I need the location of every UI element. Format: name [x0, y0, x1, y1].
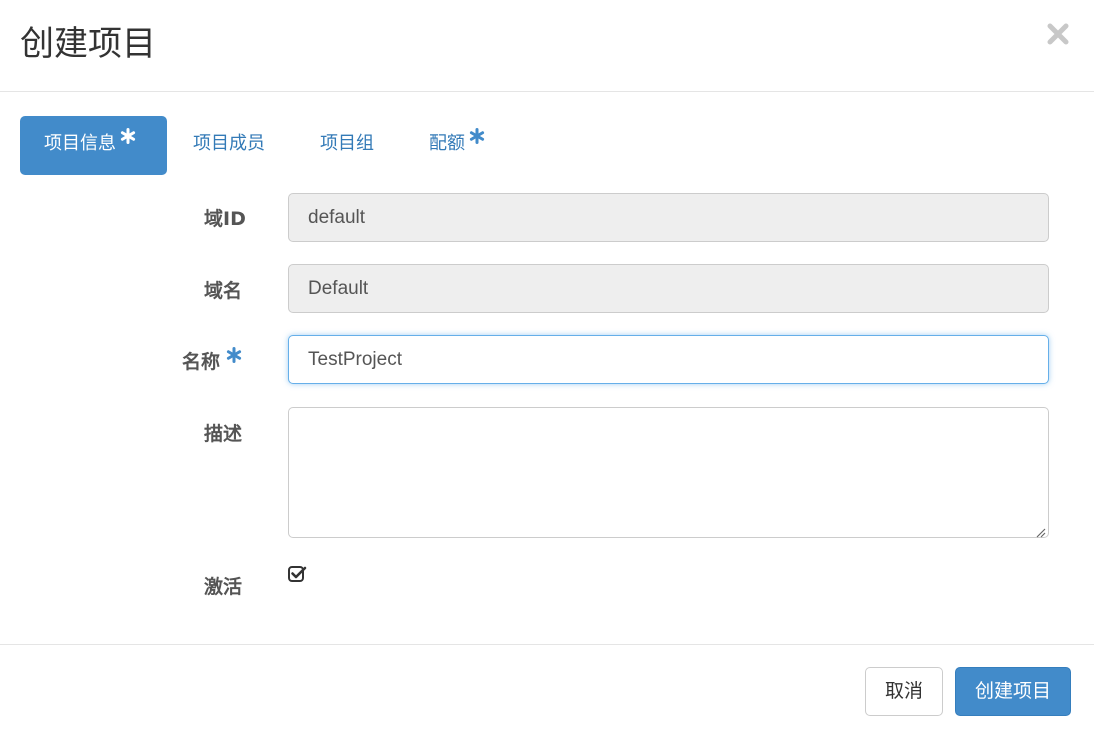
- required-icon: [469, 128, 485, 144]
- description-textarea[interactable]: [288, 407, 1049, 538]
- project-name-label: 名称: [182, 347, 242, 374]
- tab-project-members[interactable]: 项目成员: [193, 116, 265, 175]
- modal-header: 创建项目: [0, 0, 1094, 92]
- create-project-button[interactable]: 创建项目: [955, 667, 1071, 716]
- resize-handle-icon[interactable]: [1034, 523, 1046, 538]
- project-name-label-text: 名称: [182, 351, 221, 373]
- tab-project-groups[interactable]: 项目组: [320, 116, 374, 175]
- close-icon[interactable]: [1046, 22, 1070, 46]
- modal-footer: 取消 创建项目: [0, 644, 1094, 735]
- modal-title: 创建项目: [20, 24, 156, 64]
- domain-name-field[interactable]: Default: [288, 264, 1049, 313]
- domain-name-label: 域名: [204, 280, 243, 302]
- create-project-modal: 创建项目 项目信息 项目成员 项目组 配额 域ID default 域名 Def…: [0, 0, 1094, 735]
- tab-label: 项目信息: [44, 133, 116, 154]
- project-name-input[interactable]: TestProject: [288, 335, 1049, 384]
- cancel-button[interactable]: 取消: [865, 667, 943, 716]
- description-label: 描述: [204, 423, 243, 445]
- tab-project-info[interactable]: 项目信息: [20, 116, 167, 175]
- enabled-checkbox-icon[interactable]: [288, 565, 308, 583]
- domain-id-label: 域ID: [204, 208, 246, 230]
- tab-label: 配额: [429, 133, 465, 154]
- tab-label: 项目成员: [193, 133, 265, 154]
- required-icon: [226, 347, 242, 363]
- tab-label: 项目组: [320, 133, 374, 154]
- enabled-label: 激活: [204, 576, 243, 598]
- tab-quota[interactable]: 配额: [429, 116, 485, 175]
- domain-id-field[interactable]: default: [288, 193, 1049, 242]
- required-icon: [120, 128, 136, 144]
